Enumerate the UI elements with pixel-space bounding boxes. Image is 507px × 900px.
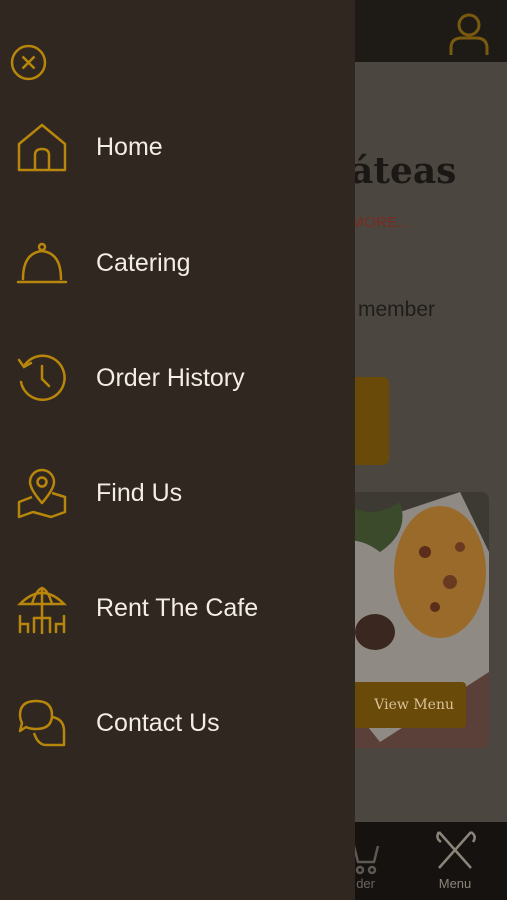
nav-label: Find Us <box>96 478 183 507</box>
nav-label: Home <box>96 132 163 161</box>
history-icon <box>16 352 68 404</box>
nav-label: Rent The Cafe <box>96 593 259 622</box>
nav-item-order-history[interactable]: Order History <box>0 343 355 413</box>
map-pin-icon <box>16 467 68 519</box>
nav-item-home[interactable]: Home <box>0 112 355 182</box>
nav-label: Order History <box>96 363 245 392</box>
chat-bubbles-icon <box>16 697 68 749</box>
menu-tab-label: Menu <box>438 876 472 891</box>
brand-title: áteas <box>350 150 457 192</box>
member-text: member <box>358 298 436 321</box>
patio-umbrella-icon <box>16 582 68 634</box>
menu-tab[interactable]: Menu <box>425 828 485 892</box>
close-icon[interactable] <box>10 44 47 81</box>
nav-label: Catering <box>96 248 191 277</box>
user-icon[interactable] <box>448 12 490 56</box>
nav-item-find-us[interactable]: Find Us <box>0 458 355 528</box>
nav-label: Contact Us <box>96 708 220 737</box>
nav-item-contact-us[interactable]: Contact Us <box>0 688 355 758</box>
view-menu-button[interactable]: View Menu <box>340 682 466 728</box>
home-icon <box>16 121 68 173</box>
nav-item-catering[interactable]: Catering <box>0 228 355 298</box>
read-more-link[interactable]: MORE... <box>351 214 412 231</box>
side-drawer: Home Catering Order History Find Us Rent… <box>0 0 355 900</box>
nav-item-rent-the-cafe[interactable]: Rent The Cafe <box>0 573 355 643</box>
fork-knife-icon <box>436 830 476 869</box>
cloche-icon <box>16 237 68 289</box>
